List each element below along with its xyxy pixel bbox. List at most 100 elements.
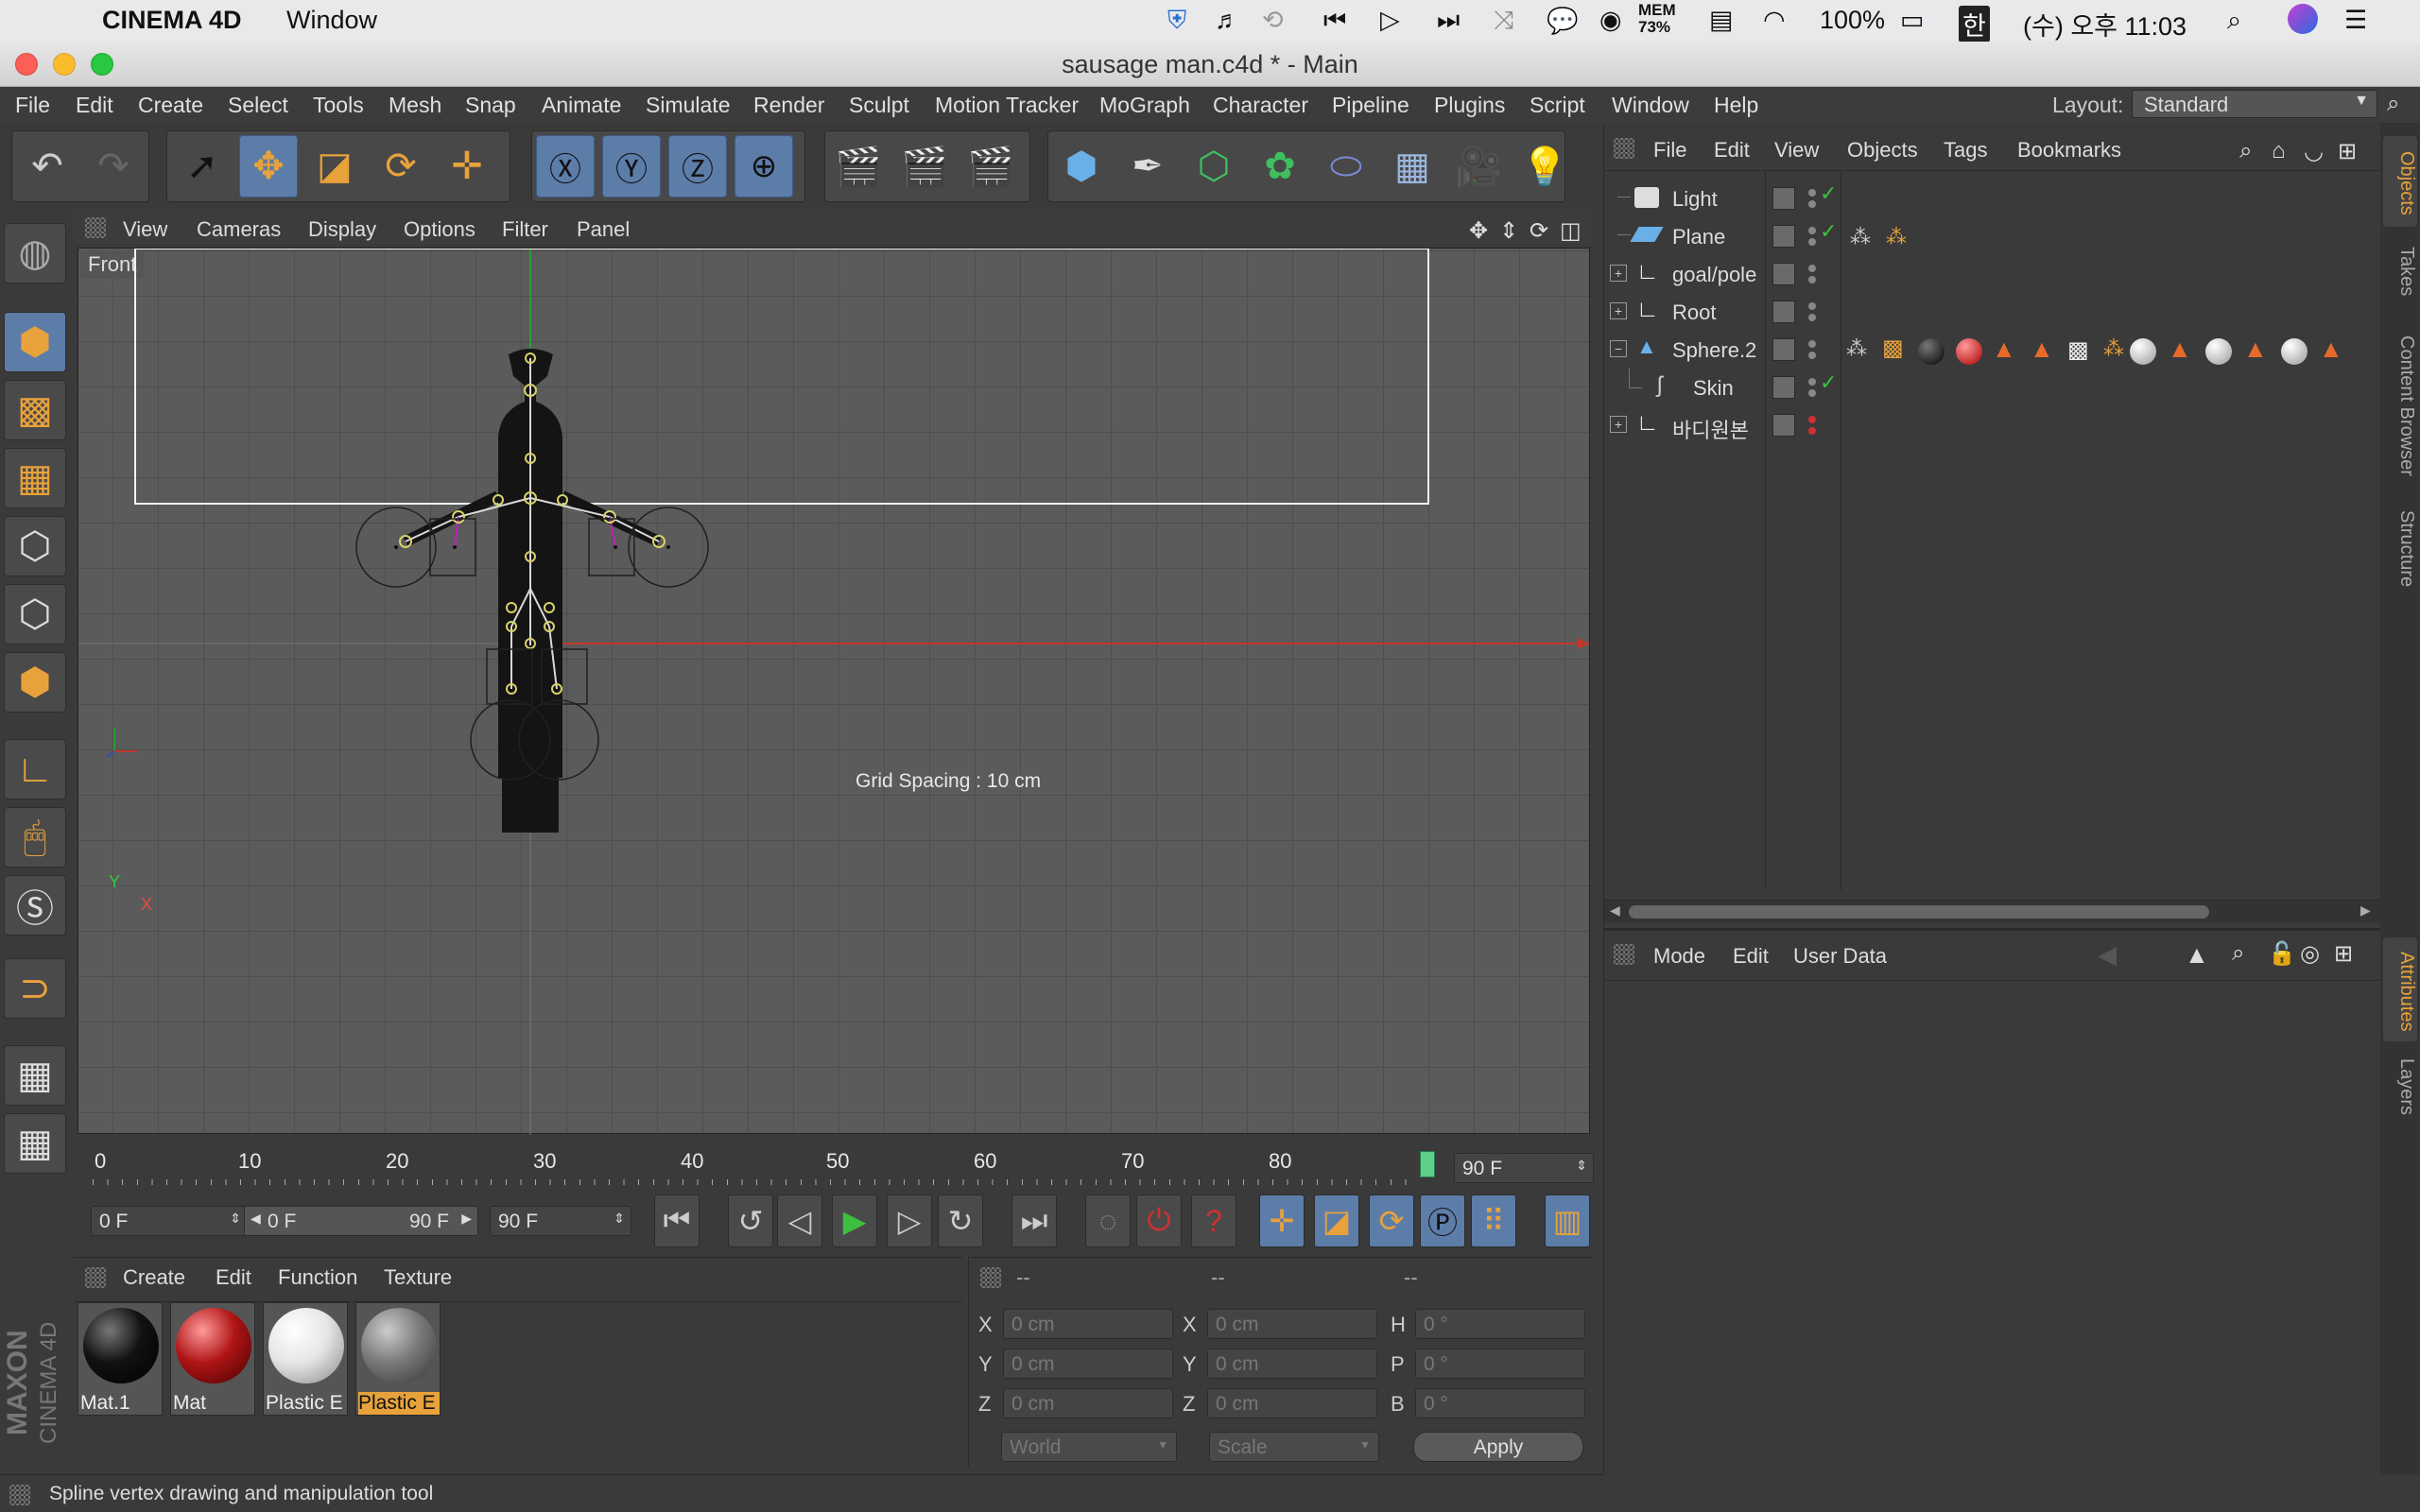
viewport-menu-display[interactable]: Display (308, 217, 376, 242)
object-row-sphere[interactable]: − ▲ Sphere.2 ⁂ ▩ ▲ ▲ ▩ ⁂ ▲ ▲ ▲ (1604, 331, 2389, 369)
clock[interactable]: (수) 오후 11:03 (2023, 6, 2187, 43)
size-z-field[interactable]: 0 cm (1207, 1388, 1377, 1418)
render-visibility-dot[interactable] (1808, 200, 1816, 208)
enabled-check-icon[interactable]: ✓ (1820, 370, 1837, 395)
material-swatch[interactable]: Plastic E (263, 1302, 348, 1416)
material-swatch[interactable]: Mat.1 (78, 1302, 163, 1416)
material-tag-icon[interactable]: ⁂ (2103, 336, 2124, 361)
tab-layers[interactable]: Layers (2383, 1049, 2417, 1125)
repeat-icon[interactable]: ⟲ (1262, 6, 1284, 35)
zoom-window-button[interactable] (91, 53, 113, 76)
editor-visibility-dot[interactable] (1808, 340, 1816, 348)
viewport-menu-options[interactable]: Options (404, 217, 475, 242)
layer-icon[interactable] (1772, 301, 1795, 323)
panel-grip-icon[interactable] (980, 1267, 1001, 1288)
polygons-mode-icon[interactable]: ⬢ (4, 652, 66, 713)
chat-icon[interactable]: 💬 (1547, 6, 1579, 36)
timeline-ruler[interactable]: 0 10 20 30 40 50 60 70 80 90 F ⇕ (74, 1138, 1594, 1185)
transform-tool-icon[interactable]: ✛ (438, 135, 496, 198)
menu-simulate[interactable]: Simulate (646, 93, 730, 118)
menu-sculpt[interactable]: Sculpt (849, 93, 909, 118)
battery-percent[interactable]: 100% (1820, 6, 1885, 35)
layout-dropdown[interactable]: Standard ▼ (2132, 90, 2377, 118)
panel-grip-icon[interactable] (85, 1267, 106, 1288)
om-menu-file[interactable]: File (1653, 138, 1686, 163)
memory-indicator[interactable]: MEM 73% (1638, 2, 1676, 36)
material-menu-create[interactable]: Create (123, 1265, 185, 1290)
object-row-plane[interactable]: Plane ✓ ⁂ ⁂ (1604, 217, 2389, 255)
up-arrow-icon[interactable]: ▲ (2185, 940, 2209, 970)
next-frame-icon[interactable]: ▷ (887, 1194, 932, 1247)
collapse-icon[interactable]: − (1610, 340, 1627, 357)
z-axis-lock-icon[interactable]: Ⓩ (668, 135, 727, 198)
tab-attributes[interactable]: Attributes (2383, 937, 2417, 1041)
rotate-view-icon[interactable]: ⟳ (1530, 217, 1548, 245)
play-forward-icon[interactable]: ▶ (832, 1194, 877, 1247)
app-menu[interactable]: CINEMA 4D (102, 6, 242, 35)
menu-pipeline[interactable]: Pipeline (1332, 93, 1409, 118)
render-visibility-dot[interactable] (1808, 352, 1816, 359)
keyframe-selection-icon[interactable]: ? (1191, 1194, 1236, 1247)
render-visibility-dot[interactable] (1808, 276, 1816, 284)
menu-tools[interactable]: Tools (313, 93, 364, 118)
material-tag-icon[interactable]: ⁂ (1886, 225, 1907, 249)
object-row-root[interactable]: + ∟ Root (1604, 293, 2389, 331)
menu-file[interactable]: File (15, 93, 50, 118)
timeline-playhead[interactable] (1420, 1151, 1435, 1177)
rot-b-field[interactable]: 0 ° (1415, 1388, 1585, 1418)
layer-icon[interactable] (1772, 376, 1795, 399)
next-track-icon[interactable]: ⏭ (1437, 6, 1460, 36)
tweak-mode-icon[interactable]: 🖱 (4, 807, 66, 868)
editor-visibility-dot[interactable] (1808, 302, 1816, 310)
material-tag-red-icon[interactable] (1956, 338, 1982, 365)
shuffle-icon[interactable]: ⤨ (1494, 6, 1514, 36)
layer-icon[interactable] (1772, 338, 1795, 361)
go-to-end-icon[interactable]: ⏭ (1011, 1194, 1057, 1247)
render-visibility-dot[interactable] (1808, 389, 1816, 397)
menu-select[interactable]: Select (228, 93, 288, 118)
material-tag-white-icon[interactable] (2205, 338, 2232, 365)
panel-grip-icon[interactable] (9, 1485, 30, 1505)
render-picture-viewer-icon[interactable]: 🎬 (895, 135, 954, 198)
material-menu-function[interactable]: Function (278, 1265, 357, 1290)
spotlight-icon[interactable]: ⌕ (2227, 6, 2241, 36)
siri-icon[interactable] (2288, 4, 2318, 34)
panel-grip-icon[interactable] (1614, 944, 1634, 965)
zoom-view-icon[interactable]: ⇕ (1499, 217, 1518, 245)
editor-visibility-dot[interactable] (1808, 189, 1816, 197)
input-source[interactable]: 한 (1959, 6, 1990, 43)
menu-mograph[interactable]: MoGraph (1099, 93, 1190, 118)
viewport-canvas[interactable]: Front Y X Grid Spacing: 10 cm (78, 248, 1590, 1135)
preview-range-slider[interactable]: ◀ 0 F 90 F ▶ (244, 1206, 478, 1236)
x-axis-lock-icon[interactable]: Ⓧ (536, 135, 595, 198)
uvw-tag-icon[interactable]: ▩ (1882, 335, 1904, 362)
attr-menu-mode[interactable]: Mode (1653, 944, 1705, 969)
expand-icon[interactable]: + (1610, 302, 1627, 319)
object-row-goal-pole[interactable]: + ∟ goal/pole (1604, 255, 2389, 293)
om-menu-view[interactable]: View (1774, 138, 1819, 163)
toggle-view-icon[interactable]: ◫ (1560, 217, 1582, 245)
workplane-icon[interactable]: ▦ (4, 1113, 66, 1174)
editor-visibility-dot[interactable] (1808, 265, 1816, 272)
checker-tag-icon[interactable]: ▩ (2067, 336, 2089, 364)
object-row-light[interactable]: Light ✓ (1604, 180, 2389, 217)
battery-icon[interactable]: ▭ (1900, 6, 1925, 35)
expand-icon[interactable]: + (1610, 265, 1627, 282)
cloner-icon[interactable]: ✿ (1251, 135, 1309, 198)
pos-y-field[interactable]: 0 cm (1003, 1349, 1173, 1379)
menu-motion-tracker[interactable]: Motion Tracker (935, 93, 1079, 118)
redo-icon[interactable]: ↷ (84, 135, 143, 198)
solo-icon[interactable]: Ⓢ (4, 875, 66, 936)
workplane-mode-icon[interactable]: ▦ (4, 448, 66, 508)
snap-magnet-icon[interactable]: ⊃ (4, 958, 66, 1019)
key-point-level-icon[interactable]: ⠿ (1471, 1194, 1516, 1247)
editor-visibility-dot[interactable] (1808, 227, 1816, 234)
pos-x-field[interactable]: 0 cm (1003, 1309, 1173, 1339)
menu-character[interactable]: Character (1213, 93, 1308, 118)
panel-grip-icon[interactable] (1614, 138, 1634, 159)
select-tool-icon[interactable]: ➚ (173, 135, 232, 198)
edges-mode-icon[interactable]: ⬡ (4, 584, 66, 644)
autokeying-icon[interactable]: ⏻ (1136, 1194, 1182, 1247)
layer-icon[interactable] (1772, 187, 1795, 210)
range-left-arrow-icon[interactable]: ◀ (251, 1211, 261, 1227)
